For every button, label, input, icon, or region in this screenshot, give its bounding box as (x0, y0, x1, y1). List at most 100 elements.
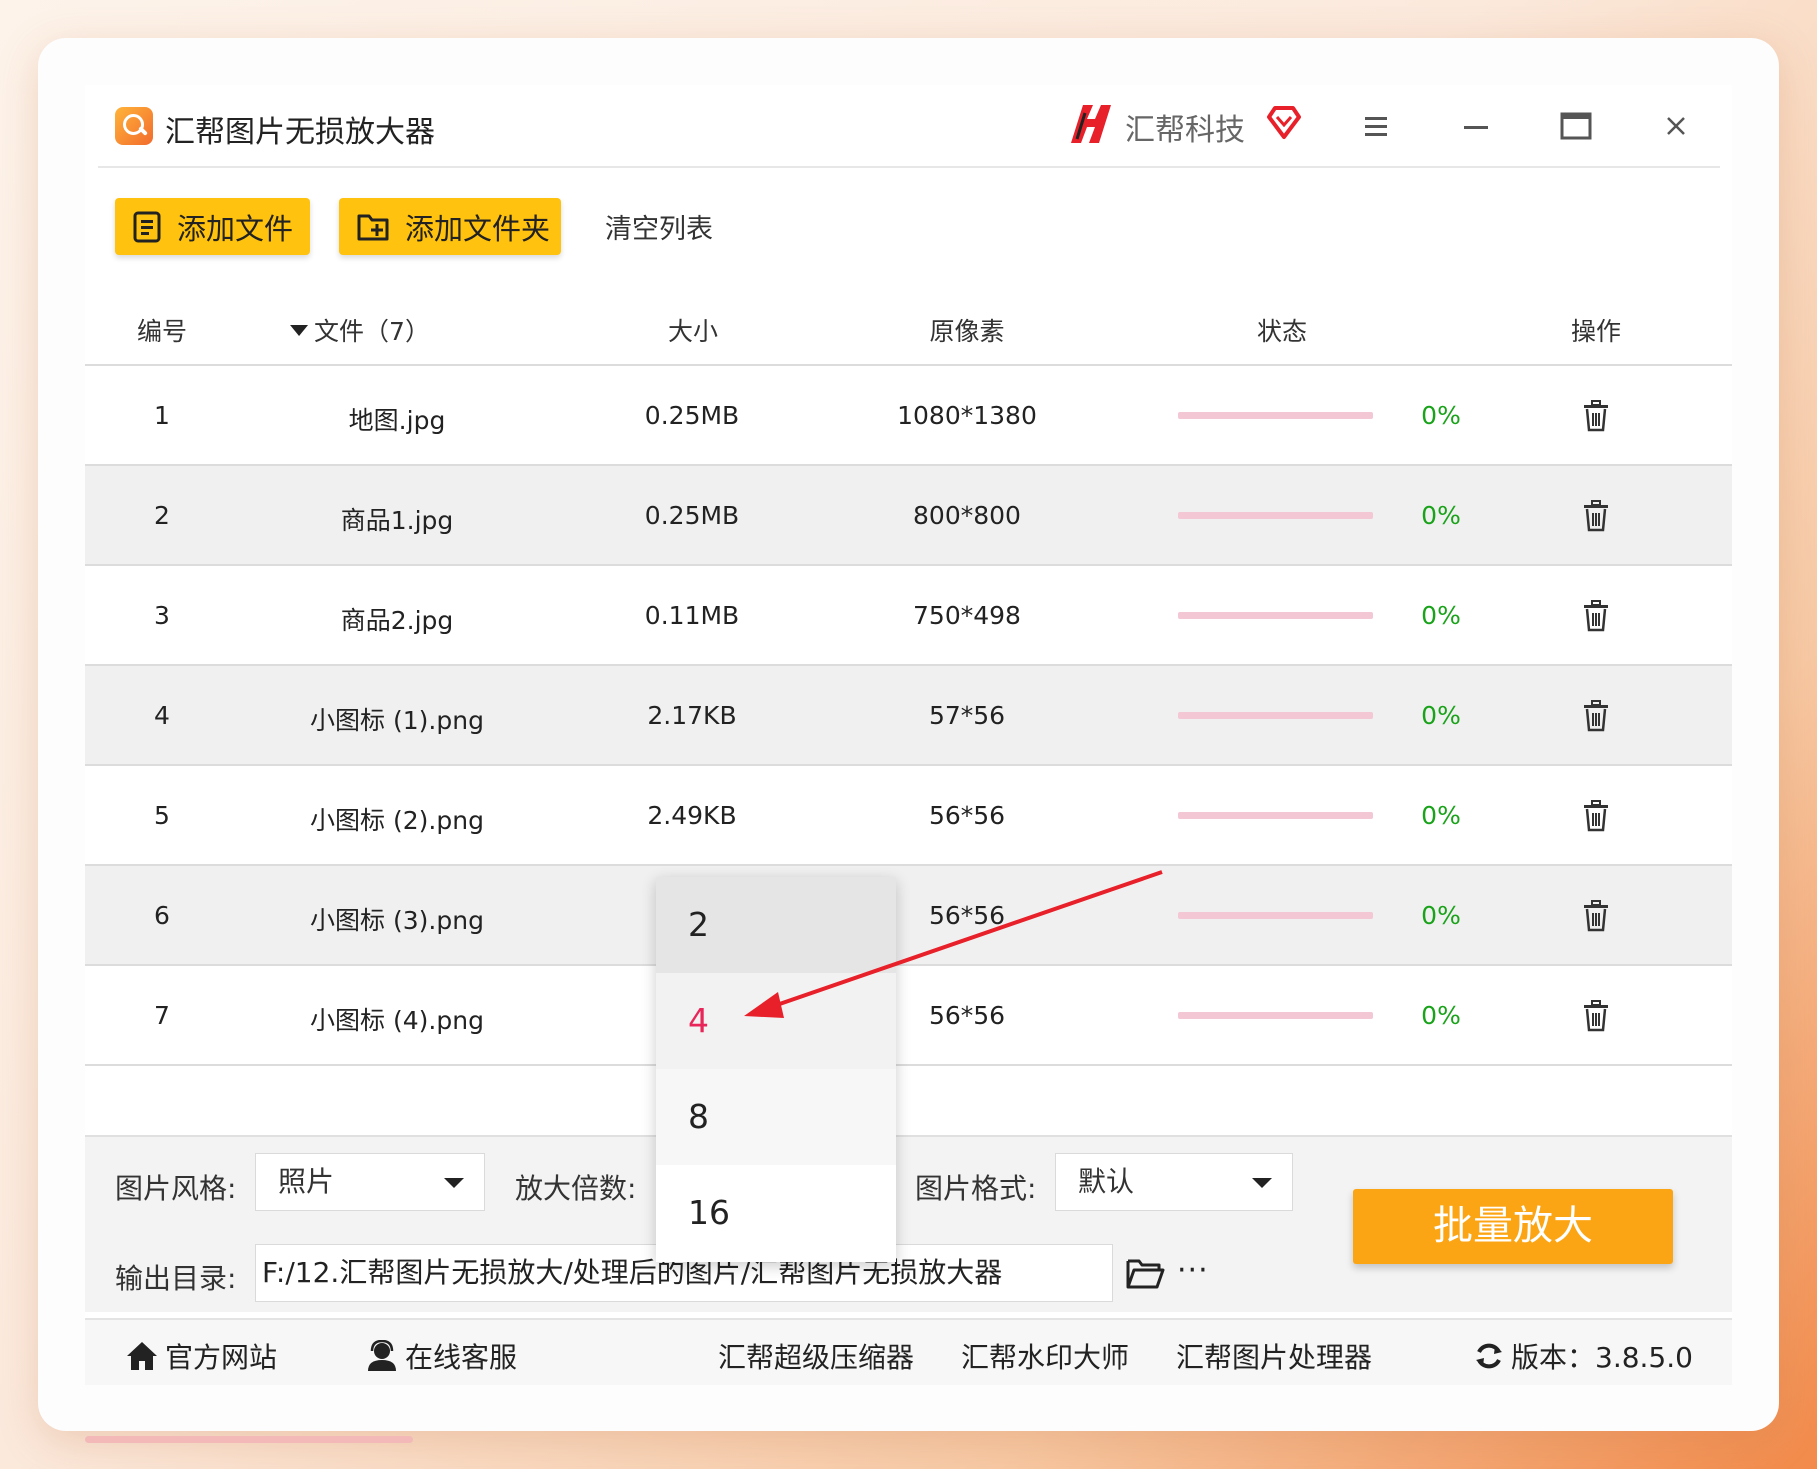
progress-bar (1178, 912, 1373, 919)
scale-dropdown-menu: 2 4 8 16 (656, 877, 896, 1262)
trash-icon[interactable] (1581, 800, 1611, 832)
sort-down-icon (290, 324, 309, 336)
refresh-icon (1476, 1343, 1502, 1369)
table-row[interactable]: 5 小图标 (2).png 2.49KB 56*56 0% (85, 766, 1732, 866)
more-options-icon[interactable]: ··· (1177, 1253, 1209, 1288)
watermark-link[interactable]: 汇帮水印大师 (961, 1336, 1129, 1376)
trash-icon[interactable] (1581, 900, 1611, 932)
progress-bar (1178, 512, 1373, 519)
app-title: 汇帮图片无损放大器 (165, 115, 435, 150)
app-logo-icon (115, 107, 153, 145)
row-file-size: 0.25MB (644, 401, 740, 430)
row-file-name: 小图标 (2).png (310, 806, 484, 835)
table-row[interactable]: 4 小图标 (1).png 2.17KB 57*56 0% (85, 666, 1732, 766)
title-divider (98, 166, 1720, 168)
style-select-value: 照片 (278, 1165, 335, 1198)
table-row[interactable]: 6 小图标 (3).png 56*56 0% (85, 866, 1732, 966)
menu-icon[interactable] (1351, 101, 1401, 151)
row-pixels: 57*56 (928, 701, 1006, 730)
row-index: 7 (154, 1001, 170, 1030)
format-select-value: 默认 (1078, 1165, 1135, 1198)
row-index: 2 (154, 501, 170, 530)
row-file-size: 0.11MB (644, 601, 740, 630)
row-file-size: 2.17KB (647, 701, 737, 730)
trash-icon[interactable] (1581, 700, 1611, 732)
progress-percent: 0% (1421, 801, 1461, 830)
header-file[interactable]: 文件（7） (290, 312, 430, 348)
open-folder-icon[interactable] (1125, 1255, 1165, 1291)
scale-option-2[interactable]: 2 (656, 877, 896, 973)
online-support-label: 在线客服 (405, 1341, 518, 1374)
official-website-label: 官方网站 (165, 1341, 278, 1374)
row-index: 4 (154, 701, 170, 730)
header-status: 状态 (1256, 317, 1308, 346)
progress-percent: 0% (1421, 401, 1461, 430)
add-folder-button[interactable]: 添加文件夹 (339, 198, 561, 255)
row-file-name: 商品2.jpg (340, 606, 454, 635)
row-index: 5 (154, 801, 170, 830)
decorative-strip (85, 1436, 413, 1443)
table-row[interactable]: 1 地图.jpg 0.25MB 1080*1380 0% (85, 366, 1732, 466)
row-file-size: 2.49KB (647, 801, 737, 830)
add-file-label: 添加文件 (177, 211, 294, 246)
minimize-icon[interactable] (1451, 101, 1501, 151)
progress-percent: 0% (1421, 501, 1461, 530)
footer-bar: 官方网站 在线客服 汇帮超级压缩器 汇帮水印大师 汇帮图片处理器 版本：3.8.… (85, 1318, 1732, 1385)
support-agent-icon (368, 1340, 396, 1371)
progress-bar (1178, 812, 1373, 819)
clear-list-button[interactable]: 清空列表 (605, 207, 713, 246)
scale-option-4[interactable]: 4 (656, 973, 896, 1069)
maximize-icon[interactable] (1551, 101, 1601, 151)
trash-icon[interactable] (1581, 400, 1611, 432)
row-index: 6 (154, 901, 170, 930)
header-size: 大小 (667, 317, 719, 346)
progress-percent: 0% (1421, 601, 1461, 630)
row-pixels: 1080*1380 (897, 401, 1037, 430)
header-file-label: 文件（7） (314, 317, 430, 346)
add-file-button[interactable]: 添加文件 (115, 198, 310, 255)
online-support-link[interactable]: 在线客服 (365, 1336, 517, 1376)
progress-percent: 0% (1421, 701, 1461, 730)
style-label: 图片风格: (115, 1172, 237, 1205)
row-index: 3 (154, 601, 170, 630)
progress-bar (1178, 1012, 1373, 1019)
row-pixels: 56*56 (928, 1001, 1006, 1030)
trash-icon[interactable] (1581, 600, 1611, 632)
trash-icon[interactable] (1581, 500, 1611, 532)
progress-percent: 0% (1421, 901, 1461, 930)
header-action: 操作 (1570, 317, 1622, 346)
scale-option-8[interactable]: 8 (656, 1069, 896, 1165)
chevron-down-icon (1252, 1178, 1272, 1188)
progress-bar (1178, 712, 1373, 719)
home-icon (127, 1342, 157, 1370)
compressor-link[interactable]: 汇帮超级压缩器 (718, 1336, 914, 1376)
row-pixels: 800*800 (913, 501, 1021, 530)
version-label: 版本：3.8.5.0 (1511, 1341, 1693, 1374)
scale-label: 放大倍数: (515, 1172, 637, 1205)
add-folder-label: 添加文件夹 (405, 211, 551, 246)
close-icon[interactable] (1651, 101, 1701, 151)
header-pixels: 原像素 (929, 317, 1005, 346)
folder-add-icon (357, 214, 389, 240)
official-website-link[interactable]: 官方网站 (125, 1336, 277, 1376)
title-bar: 汇帮图片无损放大器 汇帮科技 (85, 85, 1732, 167)
style-select[interactable]: 照片 (255, 1153, 485, 1211)
batch-enlarge-button[interactable]: 批量放大 (1353, 1189, 1673, 1264)
diamond-heart-icon (1267, 106, 1301, 139)
app-window: 汇帮图片无损放大器 汇帮科技 添加文件 添加文件夹 清空列表 编号 文件（7） … (85, 85, 1732, 1385)
table-row[interactable]: 2 商品1.jpg 0.25MB 800*800 0% (85, 466, 1732, 566)
row-file-name: 小图标 (4).png (310, 1006, 484, 1035)
trash-icon[interactable] (1581, 1000, 1611, 1032)
table-row[interactable]: 3 商品2.jpg 0.11MB 750*498 0% (85, 566, 1732, 666)
row-file-name: 小图标 (1).png (310, 706, 484, 735)
row-pixels: 56*56 (928, 901, 1006, 930)
progress-bar (1178, 412, 1373, 419)
file-list-icon (133, 211, 161, 242)
row-file-size: 0.25MB (644, 501, 740, 530)
image-processor-link[interactable]: 汇帮图片处理器 (1176, 1336, 1372, 1376)
table-row[interactable]: 7 小图标 (4).png 56*56 0% (85, 966, 1732, 1066)
version-info[interactable]: 版本：3.8.5.0 (1473, 1336, 1693, 1376)
format-select[interactable]: 默认 (1055, 1153, 1293, 1211)
scale-option-16[interactable]: 16 (656, 1165, 896, 1261)
row-file-name: 小图标 (3).png (310, 906, 484, 935)
